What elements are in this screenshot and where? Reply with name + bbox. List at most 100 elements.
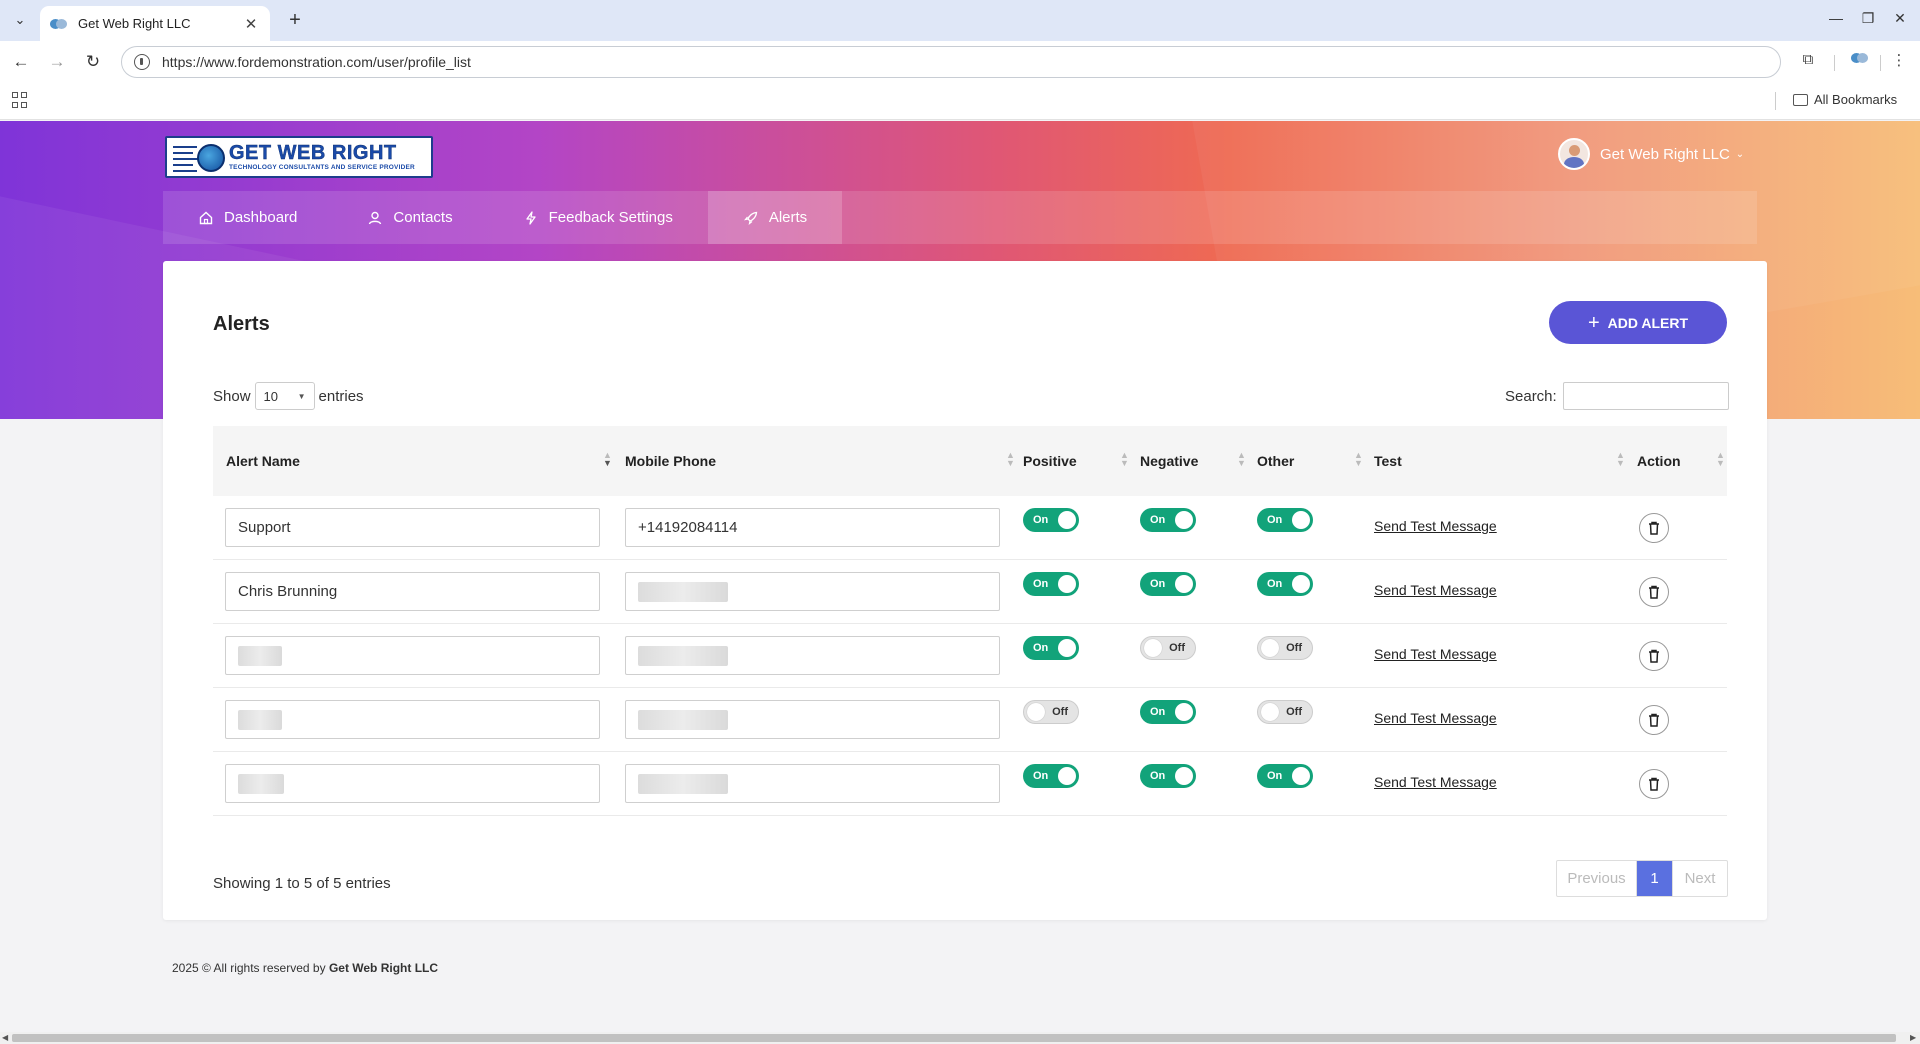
nav-item-feedback-settings[interactable]: Feedback Settings (488, 191, 708, 244)
horizontal-scrollbar[interactable]: ◀ ▶ (0, 1032, 1920, 1044)
other-toggle[interactable]: On (1257, 508, 1313, 532)
user-menu[interactable]: Get Web Right LLC ⌄ (1558, 138, 1744, 170)
col-action[interactable]: Action (1637, 426, 1681, 496)
forward-arrow-icon[interactable]: → (44, 49, 70, 75)
delete-button[interactable] (1639, 769, 1669, 799)
positive-toggle[interactable]: On (1023, 636, 1079, 660)
scroll-left-icon[interactable]: ◀ (2, 1032, 8, 1044)
other-toggle[interactable]: On (1257, 764, 1313, 788)
redacted-value (638, 581, 728, 602)
search: Search: (1505, 382, 1729, 410)
chevron-down-icon: ⌄ (1735, 148, 1745, 160)
back-arrow-icon[interactable]: ← (8, 49, 34, 75)
reload-icon[interactable]: ↻ (80, 49, 106, 75)
show-label: Show (213, 387, 251, 405)
redacted-value (238, 709, 282, 730)
trash-icon (1649, 777, 1659, 791)
logo[interactable]: GET WEB RIGHT TECHNOLOGY CONSULTANTS AND… (165, 136, 433, 178)
send-test-message-link[interactable]: Send Test Message (1374, 518, 1497, 534)
col-other[interactable]: Other (1257, 426, 1294, 496)
positive-toggle[interactable]: On (1023, 572, 1079, 596)
nav-item-contacts[interactable]: Contacts (332, 191, 487, 244)
tab-close-icon[interactable]: ✕ (242, 15, 260, 33)
add-alert-button[interactable]: + ADD ALERT (1549, 301, 1727, 344)
all-bookmarks-button[interactable]: All Bookmarks (1793, 92, 1897, 107)
delete-button[interactable] (1639, 705, 1669, 735)
profile-icon[interactable] (1849, 51, 1871, 73)
positive-toggle[interactable]: On (1023, 508, 1079, 532)
apps-grid-icon[interactable] (12, 92, 28, 108)
site-info-icon[interactable] (134, 54, 150, 70)
browser-toolbar: ← → ↻ https://www.fordemonstration.com/u… (0, 41, 1920, 82)
page-1-button[interactable]: 1 (1637, 861, 1672, 896)
mobile-phone-input[interactable] (625, 700, 1000, 739)
kebab-menu-icon[interactable]: ⋮ (1888, 51, 1910, 73)
alert-name-input[interactable] (225, 700, 600, 739)
tab-search-chevron-icon[interactable]: ⌄ (8, 8, 32, 32)
pagination-info: Showing 1 to 5 of 5 entries (213, 875, 391, 892)
folder-icon (1793, 93, 1808, 106)
footer-text: 2025 © All rights reserved by (172, 961, 326, 975)
alert-name-input[interactable] (225, 636, 600, 675)
scroll-right-icon[interactable]: ▶ (1910, 1032, 1916, 1044)
minimize-icon[interactable]: — (1826, 10, 1846, 26)
other-toggle[interactable]: Off (1257, 636, 1313, 660)
mobile-phone-input[interactable]: +14192084114 (625, 508, 1000, 547)
negative-toggle[interactable]: Off (1140, 636, 1196, 660)
nav-label: Contacts (393, 209, 453, 226)
redacted-value (638, 645, 728, 666)
trash-icon (1649, 649, 1659, 663)
negative-toggle[interactable]: On (1140, 508, 1196, 532)
col-test[interactable]: Test (1374, 426, 1402, 496)
delete-button[interactable] (1639, 641, 1669, 671)
logo-globe-icon (171, 140, 229, 174)
alert-name-input[interactable] (225, 764, 600, 803)
all-bookmarks-label: All Bookmarks (1814, 92, 1898, 107)
main-nav: Dashboard Contacts Feedback Settings Ale… (163, 191, 1757, 244)
col-negative[interactable]: Negative (1140, 426, 1198, 496)
previous-page-button[interactable]: Previous (1557, 861, 1637, 896)
other-toggle[interactable]: Off (1257, 700, 1313, 724)
delete-button[interactable] (1639, 577, 1669, 607)
alert-name-input[interactable]: Support (225, 508, 600, 547)
alerts-card: Alerts + ADD ALERT Show 10 ▼ entries Sea… (163, 261, 1767, 920)
restore-icon[interactable]: ❐ (1858, 10, 1878, 27)
browser-tab[interactable]: Get Web Right LLC ✕ (40, 6, 270, 41)
search-input[interactable] (1562, 382, 1729, 410)
other-toggle[interactable]: On (1257, 572, 1313, 596)
nav-item-alerts[interactable]: Alerts (707, 191, 843, 244)
mobile-phone-input[interactable] (625, 764, 1000, 803)
trash-icon (1649, 521, 1659, 535)
window-close-icon[interactable]: ✕ (1890, 10, 1910, 27)
send-test-message-link[interactable]: Send Test Message (1374, 646, 1497, 662)
mobile-phone-input[interactable] (625, 572, 1000, 611)
sort-icon: ▲ ▼ (1237, 450, 1246, 468)
col-mobile-phone[interactable]: Mobile Phone (625, 426, 716, 496)
scrollbar-thumb[interactable] (12, 1034, 1896, 1042)
next-page-button[interactable]: Next (1672, 861, 1727, 896)
address-bar[interactable]: https://www.fordemonstration.com/user/pr… (121, 46, 1781, 78)
col-alert-name[interactable]: Alert Name (226, 426, 300, 496)
bolt-icon (523, 210, 539, 226)
negative-toggle[interactable]: On (1140, 700, 1196, 724)
mobile-phone-input[interactable] (625, 636, 1000, 675)
negative-toggle[interactable]: On (1140, 764, 1196, 788)
col-positive[interactable]: Positive (1023, 426, 1077, 496)
page-size-select[interactable]: 10 ▼ (254, 382, 315, 410)
send-test-message-link[interactable]: Send Test Message (1374, 774, 1497, 790)
site-favicon-icon (50, 18, 68, 30)
send-test-message-link[interactable]: Send Test Message (1374, 582, 1497, 598)
positive-toggle[interactable]: Off (1023, 700, 1079, 724)
nav-item-dashboard[interactable]: Dashboard (163, 191, 332, 244)
extensions-icon[interactable]: ⧉ (1797, 51, 1819, 73)
alert-name-input[interactable]: Chris Brunning (225, 572, 600, 611)
new-tab-icon[interactable]: + (282, 7, 308, 33)
send-test-message-link[interactable]: Send Test Message (1374, 710, 1497, 726)
page: GET WEB RIGHT TECHNOLOGY CONSULTANTS AND… (0, 121, 1920, 1032)
delete-button[interactable] (1639, 513, 1669, 543)
footer: 2025 © All rights reserved by Get Web Ri… (172, 961, 438, 975)
positive-toggle[interactable]: On (1023, 764, 1079, 788)
search-label: Search: (1505, 387, 1557, 405)
negative-toggle[interactable]: On (1140, 572, 1196, 596)
browser-tab-bar: ⌄ Get Web Right LLC ✕ + — ❐ ✕ (0, 0, 1920, 41)
